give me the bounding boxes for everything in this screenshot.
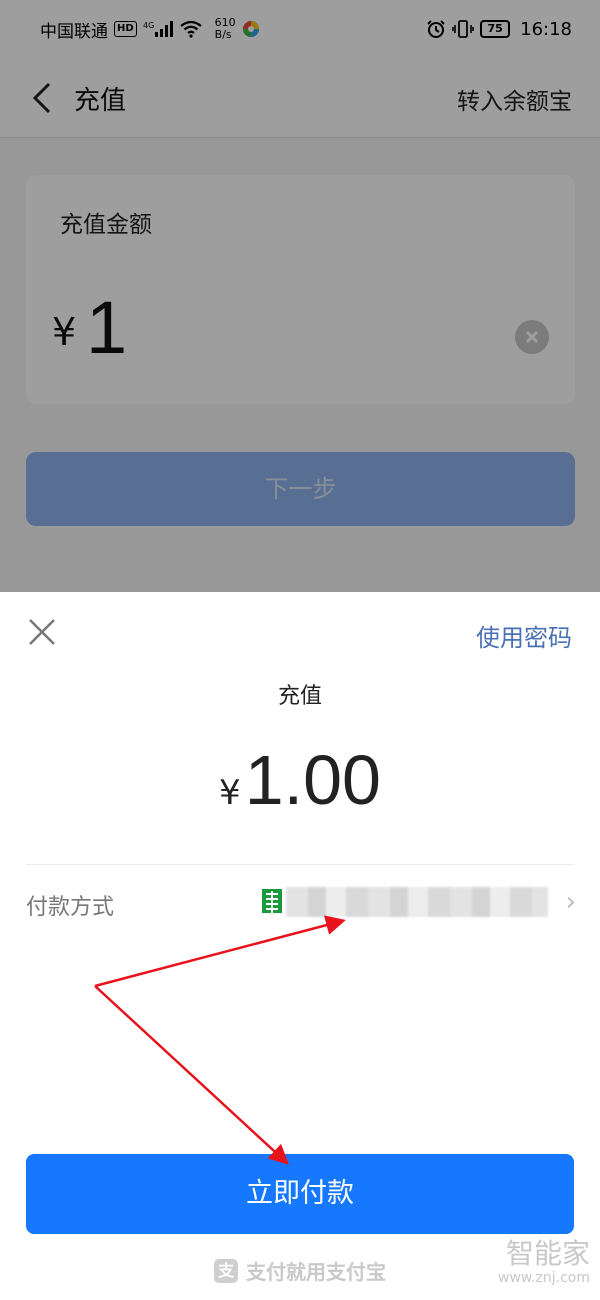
payment-sheet: 使用密码 充值 ¥ 1.00 付款方式 › 立即付款 支 支付就用支付宝 <box>0 592 600 1300</box>
payment-method-label: 付款方式 <box>26 895 115 920</box>
watermark-text: 智能家 <box>505 1237 590 1270</box>
payment-currency-symbol: ¥ <box>219 773 241 813</box>
bank-card-icon <box>262 889 282 913</box>
alipay-slogan: 支付就用支付宝 <box>246 1260 386 1284</box>
payment-title: 充值 <box>277 684 322 709</box>
payment-method-row[interactable]: 付款方式 › <box>0 865 600 945</box>
close-icon <box>29 619 55 645</box>
alipay-logo-icon: 支 <box>214 1258 238 1283</box>
payment-amount-value: 1.00 <box>244 741 381 819</box>
bank-card-name-redacted <box>286 887 548 917</box>
pay-now-button[interactable]: 立即付款 <box>26 1154 574 1234</box>
watermark-url: www.znj.com <box>498 1270 590 1286</box>
use-password-link[interactable]: 使用密码 <box>476 618 572 653</box>
payment-amount: ¥ 1.00 <box>0 740 600 820</box>
chevron-right-icon: › <box>565 887 576 917</box>
watermark: 智能家 www.znj.com <box>498 1237 590 1287</box>
modal-overlay[interactable] <box>0 0 600 592</box>
close-button[interactable] <box>24 614 60 650</box>
